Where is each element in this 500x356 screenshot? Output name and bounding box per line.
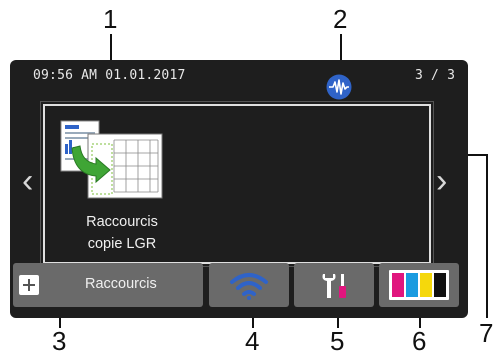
callout-7: 7 bbox=[479, 318, 494, 348]
shortcuts-button-label: Raccourcis bbox=[85, 276, 157, 292]
shortcut-label-line1: Raccourcis bbox=[86, 214, 158, 230]
wifi-button[interactable] bbox=[209, 263, 289, 307]
callout-6: 6 bbox=[412, 326, 427, 356]
wifi-icon bbox=[230, 273, 268, 300]
chevron-right-icon[interactable]: › bbox=[436, 164, 447, 198]
datetime-display: 09:56 AM 01.01.2017 bbox=[33, 68, 186, 83]
page-indicator: 3 / 3 bbox=[415, 68, 456, 83]
shortcut-label-line2: copie LGR bbox=[87, 236, 157, 252]
callout-3: 3 bbox=[52, 326, 67, 356]
callout-4: 4 bbox=[245, 326, 260, 356]
ink-button[interactable] bbox=[379, 263, 459, 307]
plus-icon bbox=[19, 275, 39, 295]
ink-levels-icon bbox=[389, 270, 449, 300]
callout-1: 1 bbox=[103, 4, 118, 34]
callout-line-7b bbox=[486, 154, 488, 318]
settings-tools-icon bbox=[322, 274, 346, 298]
callout-2: 2 bbox=[333, 4, 348, 34]
callout-5: 5 bbox=[330, 326, 345, 356]
shortcuts-button[interactable]: Raccourcis bbox=[13, 263, 203, 307]
wired-lan-icon[interactable] bbox=[326, 74, 352, 100]
settings-button[interactable] bbox=[294, 263, 374, 307]
chevron-left-icon[interactable]: ‹ bbox=[22, 164, 33, 198]
copy-shortcut-icon bbox=[60, 120, 163, 199]
